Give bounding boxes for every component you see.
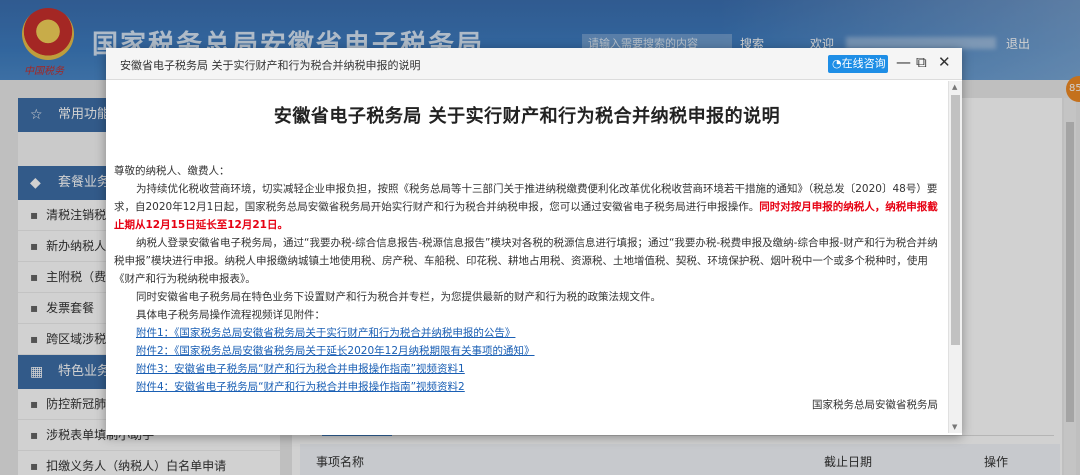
- paragraph: 同时安徽省电子税务局在特色业务下设置财产和行为税合并专栏，为您提供最新的财产和行…: [136, 291, 661, 303]
- attachment-link-2[interactable]: 附件2：《国家税务总局安徽省税务局关于延长2020年12月纳税期限有关事项的通知…: [114, 342, 940, 360]
- dialog-body: 安徽省电子税务局 关于实行财产和行为税合并纳税申报的说明 尊敬的纳税人、缴费人：…: [106, 81, 948, 433]
- restore-icon[interactable]: ⧉: [916, 53, 927, 71]
- scroll-down-icon[interactable]: ▼: [952, 423, 957, 431]
- dialog-title: 安徽省电子税务局 关于实行财产和行为税合并纳税申报的说明: [120, 59, 421, 72]
- dialog-scrollbar[interactable]: ▲ ▼: [948, 81, 962, 433]
- document-content: 尊敬的纳税人、缴费人： 为持续优化税收营商环境，切实减轻企业申报负担，按照《税务…: [114, 162, 940, 414]
- paragraph: 为持续优化税收营商环境，切实减轻企业申报负担，按照《税务总局等十三部门关于推进纳…: [114, 183, 938, 231]
- scroll-thumb[interactable]: [951, 95, 960, 345]
- notice-dialog: 安徽省电子税务局 关于实行财产和行为税合并纳税申报的说明 ◔在线咨询 — ⧉ ✕…: [106, 48, 962, 435]
- headset-icon: ◔: [832, 57, 842, 70]
- scroll-up-icon[interactable]: ▲: [952, 83, 957, 91]
- paragraph: 具体电子税务局操作流程视频详见附件：: [136, 309, 325, 321]
- online-consult-button[interactable]: ◔在线咨询: [828, 55, 888, 73]
- close-icon[interactable]: ✕: [938, 53, 951, 71]
- dialog-titlebar[interactable]: 安徽省电子税务局 关于实行财产和行为税合并纳税申报的说明 ◔在线咨询 — ⧉ ✕: [106, 48, 962, 80]
- greeting: 尊敬的纳税人、缴费人：: [114, 165, 230, 177]
- attachment-link-3[interactable]: 附件3：安徽省电子税务局“财产和行为税合并申报操作指南”视频资料1: [114, 360, 940, 378]
- signature: 国家税务总局安徽省税务局: [812, 399, 938, 411]
- paragraph: 纳税人登录安徽省电子税务局，通过“我要办税-综合信息报告-税源信息报告”模块对各…: [114, 237, 938, 285]
- document-title: 安徽省电子税务局 关于实行财产和行为税合并纳税申报的说明: [273, 106, 781, 127]
- attachment-link-1[interactable]: 附件1：《国家税务总局安徽省税务局关于实行财产和行为税合并纳税申报的公告》: [114, 324, 940, 342]
- minimize-icon[interactable]: —: [896, 53, 911, 71]
- attachment-link-4[interactable]: 附件4：安徽省电子税务局“财产和行为税合并申报操作指南”视频资料2: [114, 378, 940, 396]
